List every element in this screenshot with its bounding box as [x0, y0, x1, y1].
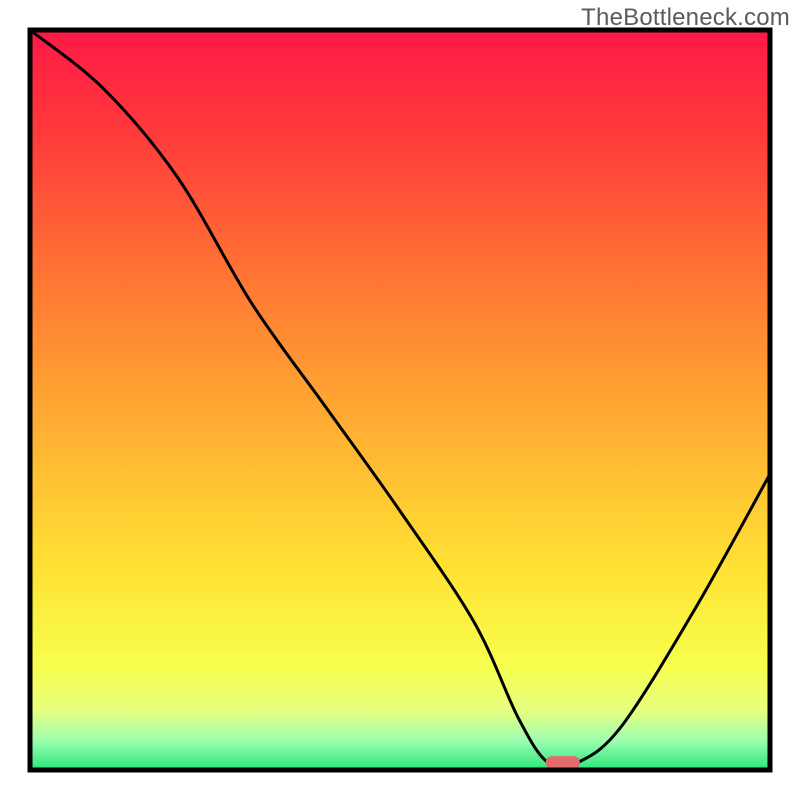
marker-point — [546, 756, 580, 769]
watermark-label: TheBottleneck.com — [581, 4, 790, 32]
bottleneck-chart — [0, 0, 800, 800]
plot-background — [30, 30, 770, 770]
chart-frame: TheBottleneck.com — [0, 0, 800, 800]
